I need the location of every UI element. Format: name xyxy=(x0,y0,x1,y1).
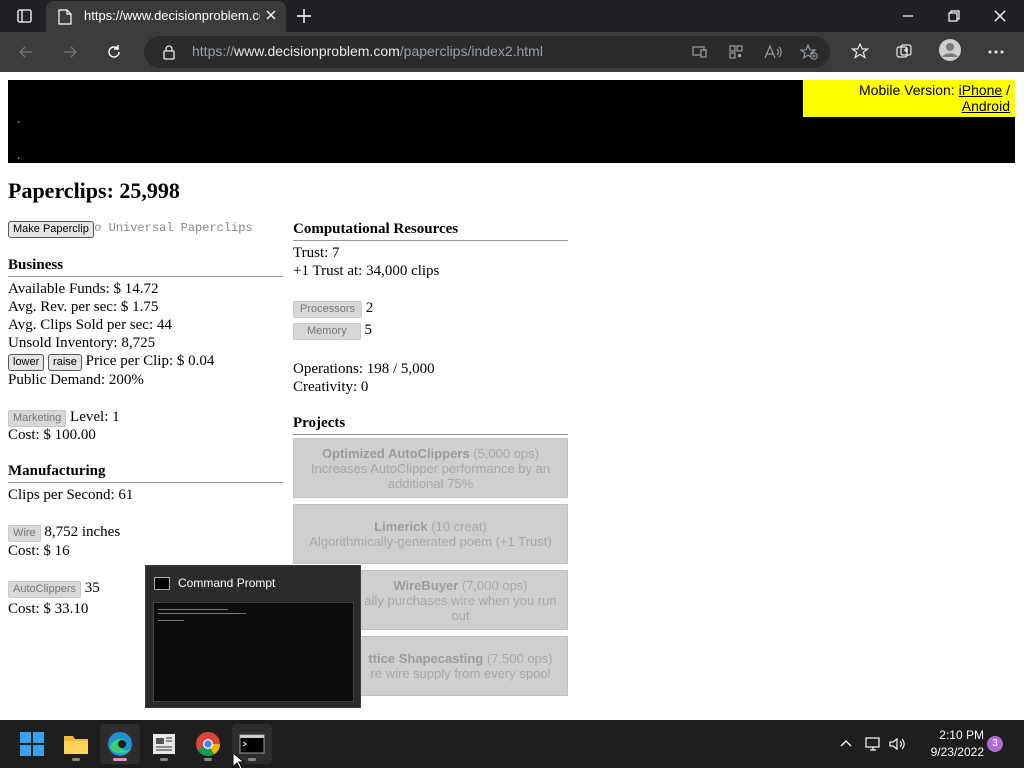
trust-value: Trust: 7 xyxy=(293,245,340,261)
tshirts-label: T-Shirts: xyxy=(895,114,948,130)
unsold-inventory: Unsold Inventory: 8,725 xyxy=(8,335,156,351)
project-cost: (7,500 ops) xyxy=(486,651,553,666)
project-title: Limerick xyxy=(374,519,428,534)
avg-clips-sold: Avg. Clips Sold per sec: 44 xyxy=(8,317,172,333)
page-icon xyxy=(58,9,72,30)
next-trust: +1 Trust at: 34,000 clips xyxy=(293,263,440,279)
system-clock[interactable]: 2:10 PM 9/23/2022 xyxy=(914,727,984,761)
console-line: . xyxy=(15,113,23,127)
public-demand: Public Demand: 200% xyxy=(8,372,144,388)
lock-icon[interactable] xyxy=(162,44,176,65)
file-explorer-icon[interactable] xyxy=(56,724,96,764)
project-description: ally purchases wire when you run out xyxy=(364,593,557,623)
project-description: Algorithmically-generated poem (+1 Trust… xyxy=(309,534,552,549)
available-funds: Available Funds: $ 14.72 xyxy=(8,281,159,297)
make-paperclip-button[interactable]: Make Paperclip xyxy=(8,221,94,238)
read-aloud-icon[interactable] xyxy=(764,44,782,65)
browser-tab-bar: https://www.decisionproblem.co xyxy=(0,0,1024,32)
business-heading: Business xyxy=(8,257,283,277)
notification-badge[interactable]: 3 xyxy=(987,736,1003,752)
close-tab-icon[interactable] xyxy=(264,8,278,27)
command-prompt-preview[interactable]: Command Prompt xyxy=(145,565,361,708)
project-title: Optimized AutoClippers xyxy=(322,446,470,461)
chevron-up-icon[interactable] xyxy=(838,736,854,757)
tab-actions-icon[interactable] xyxy=(8,4,40,28)
refresh-icon[interactable] xyxy=(104,42,124,67)
memory-count: 5 xyxy=(364,322,372,338)
wire-amount: 8,752 inches xyxy=(44,524,121,540)
start-button[interactable] xyxy=(12,724,52,764)
project-title: WireBuyer xyxy=(393,578,459,593)
raise-price-button[interactable]: raise xyxy=(48,354,82,371)
separator: / xyxy=(1006,82,1010,98)
chrome-browser-icon[interactable] xyxy=(188,724,228,764)
profile-avatar[interactable] xyxy=(938,38,962,67)
project-title: ttice Shapecasting xyxy=(368,651,484,666)
autoclipper-cost: Cost: $ 33.10 xyxy=(8,601,89,617)
marketing-level: Level: 1 xyxy=(70,409,120,425)
promo-box: Mobile Version: iPhone / Android T-Shirt… xyxy=(803,80,1015,130)
creativity: Creativity: 0 xyxy=(293,379,369,395)
mobile-version-label: Mobile Version: xyxy=(859,82,955,98)
taskbar xyxy=(0,720,1024,768)
clock-time: 2:10 PM xyxy=(939,728,984,742)
mouse-cursor-icon xyxy=(232,751,246,768)
collections-icon[interactable] xyxy=(894,42,914,67)
url-text[interactable]: https://www.decisionproblem.com/papercli… xyxy=(192,43,543,59)
processors-count: 2 xyxy=(365,300,374,316)
lower-price-button[interactable]: lower xyxy=(8,354,45,371)
project-card[interactable]: Optimized AutoClippers (5,000 ops) Incre… xyxy=(293,438,568,498)
close-window-icon[interactable] xyxy=(990,6,1010,31)
project-cost: (10 creat) xyxy=(431,519,487,534)
iphone-link[interactable]: iPhone xyxy=(959,82,1003,98)
favorites-icon[interactable] xyxy=(850,42,870,67)
computational-heading: Computational Resources xyxy=(293,221,568,241)
project-cost: (5,000 ops) xyxy=(473,446,539,461)
marketing-button[interactable]: Marketing xyxy=(8,410,67,427)
forward-icon[interactable] xyxy=(60,42,80,67)
manufacturing-heading: Manufacturing xyxy=(8,463,283,483)
back-icon[interactable] xyxy=(16,42,36,67)
paperclip-count: Paperclips: 25,998 xyxy=(8,178,180,203)
project-description: re wire supply from every spool xyxy=(370,666,551,681)
avg-revenue: Avg. Rev. per sec: $ 1.75 xyxy=(8,299,159,315)
window-thumbnail xyxy=(153,602,354,702)
volume-icon[interactable] xyxy=(888,735,906,758)
add-memory-button[interactable]: Memory xyxy=(293,323,361,340)
wire-cost: Cost: $ 16 xyxy=(8,543,70,559)
buy-autoclipper-button[interactable]: AutoClippers xyxy=(8,581,81,598)
address-bar[interactable]: https://www.decisionproblem.com/papercli… xyxy=(144,36,830,68)
network-icon[interactable] xyxy=(864,735,882,758)
app-available-icon[interactable] xyxy=(692,44,708,65)
buy-wire-button[interactable]: Wire xyxy=(8,525,41,542)
projects-heading: Projects xyxy=(293,415,568,435)
marketing-cost: Cost: $ 100.00 xyxy=(8,427,96,443)
autoclipper-count: 35 xyxy=(84,580,100,596)
browser-tab[interactable]: https://www.decisionproblem.co xyxy=(46,1,286,32)
project-description: Increases AutoClipper performance by an … xyxy=(310,461,551,491)
qr-code-icon[interactable] xyxy=(728,44,744,65)
news-app-icon[interactable] xyxy=(144,724,184,764)
new-tab-icon[interactable] xyxy=(294,6,314,31)
console-line: . xyxy=(15,149,23,163)
browser-toolbar: https://www.decisionproblem.com/papercli… xyxy=(0,32,1024,72)
minimize-icon[interactable] xyxy=(898,6,918,31)
operations: Operations: 198 / 5,000 xyxy=(293,361,435,377)
more-options-icon[interactable] xyxy=(986,42,1006,67)
clock-date: 9/23/2022 xyxy=(930,745,984,759)
command-prompt-icon xyxy=(154,577,170,590)
project-card[interactable]: Limerick (10 creat) Algorithmically-gene… xyxy=(293,504,568,564)
edge-browser-icon[interactable] xyxy=(100,724,140,764)
gift-shop-link[interactable]: Gift Shop xyxy=(952,114,1010,130)
tab-title: https://www.decisionproblem.co xyxy=(84,8,260,23)
restore-icon[interactable] xyxy=(944,6,964,31)
android-link[interactable]: Android xyxy=(962,98,1010,114)
project-cost: (7,000 ops) xyxy=(461,578,528,593)
preview-title: Command Prompt xyxy=(178,576,276,590)
price-per-clip: Price per Clip: $ 0.04 xyxy=(85,353,215,369)
add-processor-button[interactable]: Processors xyxy=(293,301,363,318)
add-favorite-icon[interactable] xyxy=(799,43,818,65)
clips-per-second: Clips per Second: 61 xyxy=(8,487,134,503)
